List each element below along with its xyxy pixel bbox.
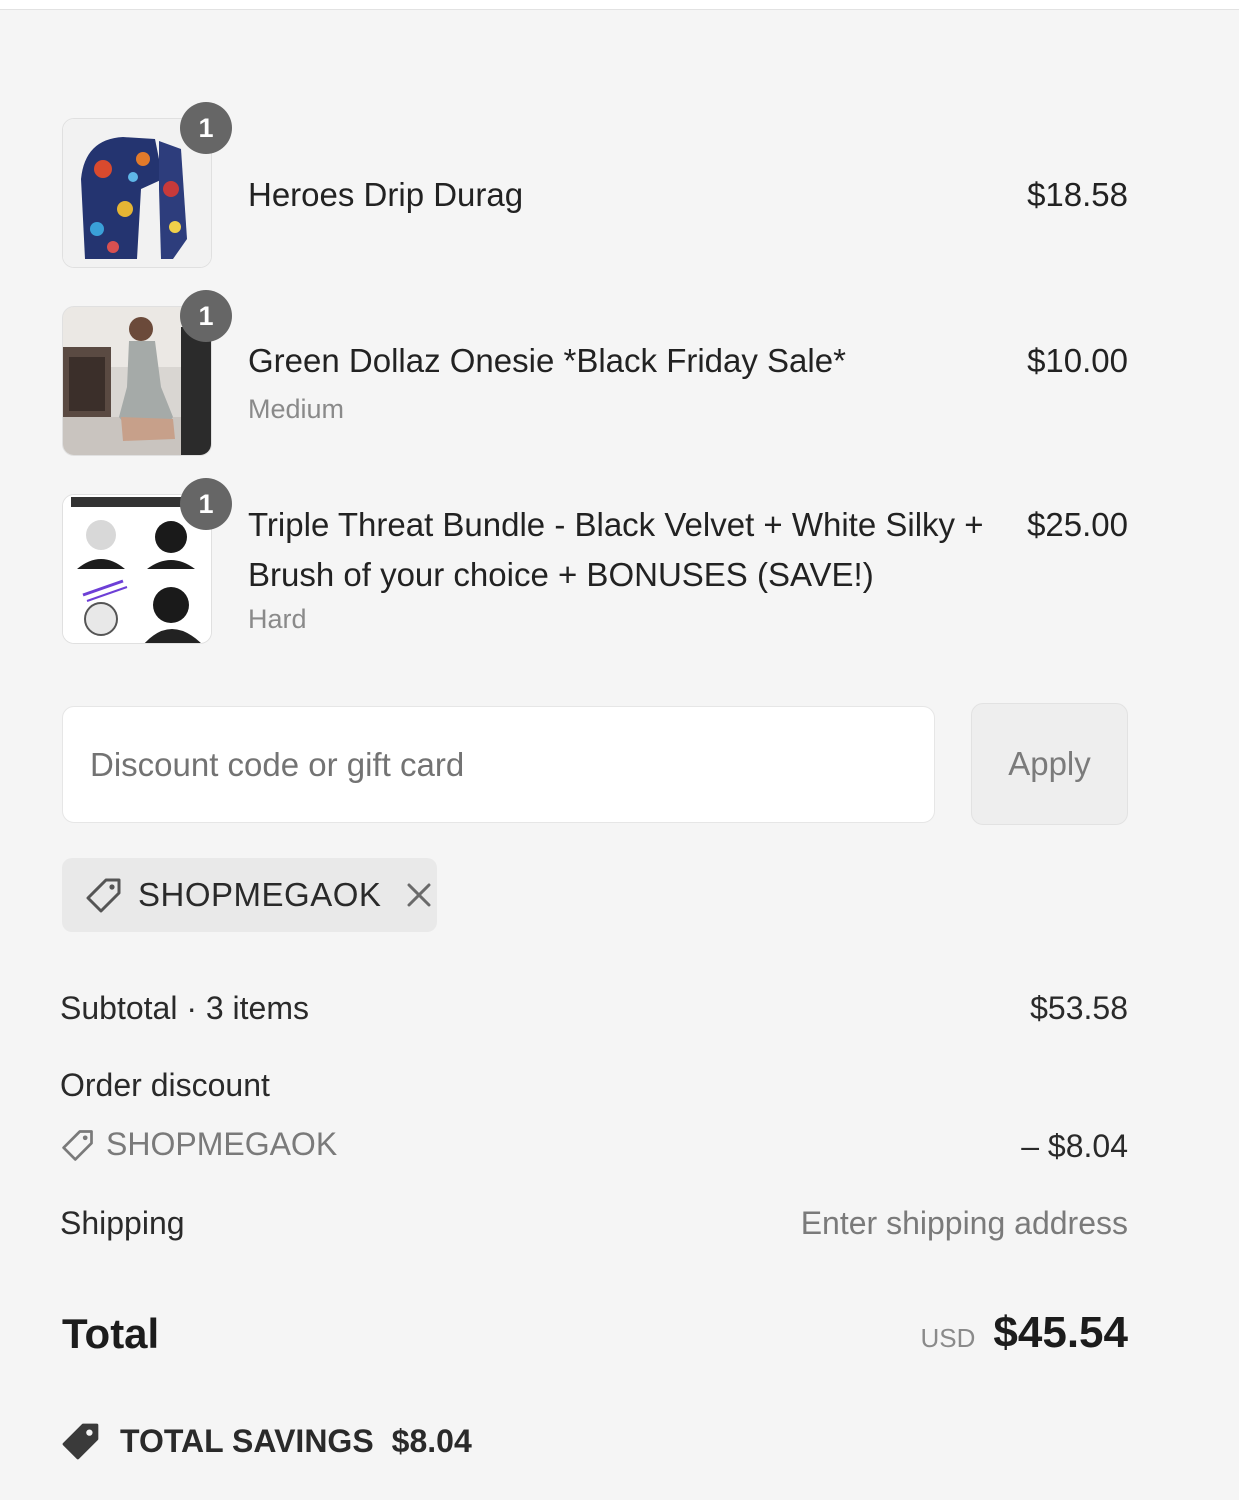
line-item: 1 Triple Threat Bundle - Black Velvet + … (62, 478, 1128, 644)
applied-discount-code: SHOPMEGAOK (138, 876, 382, 913)
product-price: $18.58 (1027, 176, 1128, 213)
total-label: Total (62, 1310, 160, 1357)
order-discount-code: SHOPMEGAOK (60, 1126, 337, 1163)
product-thumbnail: 1 (62, 478, 232, 644)
product-thumbnail: 1 (62, 102, 232, 268)
product-price: $25.00 (1027, 506, 1128, 543)
order-discount-code-label: SHOPMEGAOK (106, 1126, 338, 1162)
product-name: Triple Threat Bundle - Black Velvet + Wh… (248, 506, 984, 593)
tag-icon (62, 1423, 99, 1460)
line-item: 1 Heroes Drip Durag $18.58 (62, 102, 1128, 268)
order-discount-value: – $8.04 (1021, 1128, 1128, 1164)
discount-code-input[interactable] (62, 706, 935, 823)
total-amount: $45.54 (993, 1308, 1128, 1357)
quantity-badge: 1 (180, 478, 232, 530)
product-name: Heroes Drip Durag (248, 176, 524, 213)
line-item: 1 Green Dollaz Onesie *Black Friday Sale… (62, 290, 1128, 456)
applied-discount-chip: SHOPMEGAOK (62, 858, 437, 932)
total-savings-amount: $8.04 (391, 1422, 472, 1459)
product-price: $10.00 (1027, 342, 1128, 379)
subtotal-value: $53.58 (1030, 990, 1128, 1026)
close-icon[interactable] (403, 879, 435, 911)
quantity-badge: 1 (180, 290, 232, 342)
tag-icon (62, 1129, 93, 1161)
product-thumbnail: 1 (62, 290, 232, 456)
product-variant: Medium (248, 394, 345, 424)
subtotal-label: Subtotal · 3 items (60, 990, 309, 1026)
apply-discount-button[interactable]: Apply (971, 703, 1128, 825)
product-variant: Hard (248, 604, 307, 634)
order-discount-label: Order discount (60, 1067, 270, 1103)
currency-code: USD (920, 1323, 976, 1353)
total-value: USD $45.54 (921, 1308, 1128, 1358)
shipping-value: Enter shipping address (800, 1205, 1128, 1241)
header-divider (0, 0, 1239, 10)
quantity-badge: 1 (180, 102, 232, 154)
total-savings: TOTAL SAVINGS $8.04 (60, 1420, 472, 1462)
tag-icon (86, 878, 121, 913)
shipping-label: Shipping (60, 1205, 185, 1241)
product-name: Green Dollaz Onesie *Black Friday Sale* (248, 342, 846, 379)
total-savings-label: TOTAL SAVINGS (120, 1422, 374, 1459)
